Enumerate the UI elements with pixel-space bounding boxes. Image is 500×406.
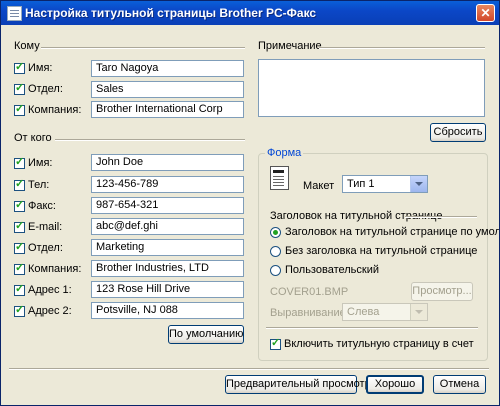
- check-icon: ✓: [15, 199, 25, 211]
- to-company-label: Компания:: [28, 104, 82, 116]
- title-bar[interactable]: Настройка титульной страницы Brother PC-…: [1, 1, 499, 25]
- check-icon: ✓: [15, 241, 25, 253]
- layout-select[interactable]: Тип 1: [342, 175, 428, 193]
- to-department-field[interactable]: Sales: [91, 81, 244, 98]
- from-fax-field[interactable]: 987-654-321: [91, 197, 244, 214]
- check-icon: ✓: [15, 304, 25, 316]
- layout-label: Макет: [303, 180, 335, 192]
- to-department-checkbox[interactable]: ✓: [14, 82, 25, 95]
- app-icon: [7, 6, 22, 21]
- cover-file-name: COVER01.BMP: [270, 286, 349, 298]
- header-none-label: Без заголовка на титульной странице: [285, 245, 478, 257]
- browse-button[interactable]: Просмотр...: [411, 282, 473, 301]
- note-textarea[interactable]: [258, 59, 485, 117]
- check-icon: ✓: [15, 103, 25, 115]
- to-name-label: Имя:: [28, 62, 53, 74]
- from-fax-label: Факс:: [28, 200, 56, 212]
- from-address2-field[interactable]: Potsville, NJ 088: [91, 302, 244, 319]
- from-fax-checkbox[interactable]: ✓: [14, 199, 25, 212]
- include-cover-count-label: Включить титульную страницу в счет: [284, 338, 474, 350]
- from-name-field[interactable]: John Doe: [91, 154, 244, 171]
- note-section-heading: Примечание: [258, 40, 322, 52]
- form-group-title: Форма: [265, 147, 304, 159]
- default-button[interactable]: По умолчанию: [168, 325, 244, 344]
- note-divider: [319, 47, 485, 49]
- check-icon: ✓: [15, 82, 25, 94]
- header-default-label: Заголовок на титульной странице по умолч…: [285, 226, 500, 238]
- check-icon: ✓: [15, 156, 25, 168]
- close-button[interactable]: ✕: [476, 4, 495, 22]
- from-section-heading: От кого: [14, 132, 52, 144]
- reset-button[interactable]: Сбросить: [430, 123, 486, 142]
- from-address2-label: Адрес 2:: [28, 305, 72, 317]
- preview-button[interactable]: Предварительный просмотр...: [225, 375, 380, 394]
- header-divider: [405, 216, 477, 218]
- from-phone-checkbox[interactable]: ✓: [14, 178, 25, 191]
- from-department-checkbox[interactable]: ✓: [14, 241, 25, 254]
- check-icon: ✓: [15, 220, 25, 232]
- chevron-down-icon: [410, 176, 427, 192]
- from-address1-field[interactable]: 123 Rose Hill Drive: [91, 281, 244, 298]
- to-company-field[interactable]: Brother International Corp: [91, 101, 244, 118]
- from-company-label: Компания:: [28, 263, 82, 275]
- from-address1-checkbox[interactable]: ✓: [14, 283, 25, 296]
- check-icon: ✓: [15, 262, 25, 274]
- header-default-radio[interactable]: [270, 227, 281, 238]
- layout-select-value: Тип 1: [347, 178, 375, 190]
- cancel-button[interactable]: Отмена: [433, 375, 486, 394]
- check-icon: ✓: [15, 178, 25, 190]
- to-name-checkbox[interactable]: ✓: [14, 61, 25, 74]
- from-email-checkbox[interactable]: ✓: [14, 220, 25, 233]
- from-email-field[interactable]: abc@def.ghi: [91, 218, 244, 235]
- from-name-label: Имя:: [28, 157, 53, 169]
- header-custom-label: Пользовательский: [285, 264, 379, 276]
- from-address1-label: Адрес 1:: [28, 284, 72, 296]
- check-icon: ✓: [15, 283, 25, 295]
- ok-button[interactable]: Хорошо: [366, 375, 424, 394]
- to-company-checkbox[interactable]: ✓: [14, 103, 25, 116]
- form-divider: [266, 327, 478, 329]
- from-email-label: E-mail:: [28, 221, 63, 233]
- page-preview-icon: [270, 166, 289, 190]
- radio-dot-icon: [273, 230, 278, 235]
- header-none-radio[interactable]: [270, 246, 281, 257]
- from-company-field[interactable]: Brother Industries, LTD: [91, 260, 244, 277]
- chevron-down-icon: [410, 304, 427, 320]
- window-title: Настройка титульной страницы Brother PC-…: [25, 6, 317, 20]
- to-department-label: Отдел:: [28, 83, 63, 95]
- to-divider: [41, 47, 245, 49]
- from-name-checkbox[interactable]: ✓: [14, 156, 25, 169]
- from-department-field[interactable]: Marketing: [91, 239, 244, 256]
- alignment-label: Выравнивание: [270, 307, 346, 319]
- to-name-field[interactable]: Taro Nagoya: [91, 60, 244, 77]
- include-cover-count-checkbox[interactable]: ✓: [270, 337, 281, 350]
- footer-divider: [9, 368, 489, 370]
- alignment-select-value: Слева: [347, 306, 380, 318]
- cover-page-setup-dialog: Настройка титульной страницы Brother PC-…: [0, 0, 500, 406]
- alignment-select[interactable]: Слева: [342, 303, 428, 321]
- from-phone-label: Тел:: [28, 179, 50, 191]
- to-section-heading: Кому: [14, 40, 40, 52]
- from-address2-checkbox[interactable]: ✓: [14, 304, 25, 317]
- from-phone-field[interactable]: 123-456-789: [91, 176, 244, 193]
- from-company-checkbox[interactable]: ✓: [14, 262, 25, 275]
- check-icon: ✓: [15, 61, 25, 73]
- from-department-label: Отдел:: [28, 242, 63, 254]
- header-custom-radio[interactable]: [270, 265, 281, 276]
- from-divider: [55, 139, 245, 141]
- check-icon: ✓: [271, 337, 281, 349]
